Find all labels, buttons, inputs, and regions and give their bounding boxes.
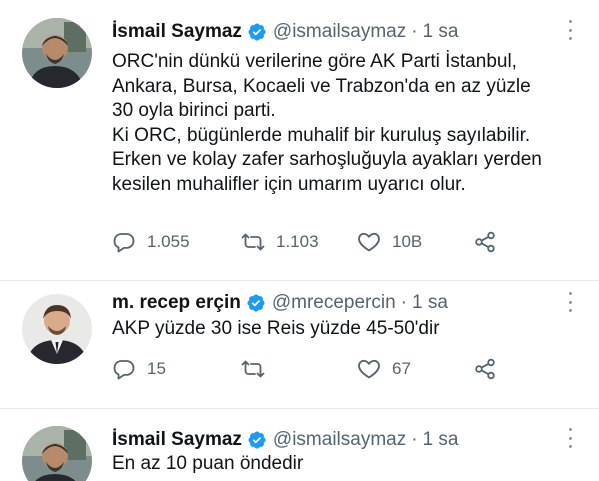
like-count: 67 xyxy=(392,359,411,378)
tweet-text: AKP yüzde 30 ise Reis yüzde 45-50'dir xyxy=(112,317,585,342)
like-icon xyxy=(358,232,380,252)
tweet-text-line: kesilen muhalifler için umarım uyarıcı o… xyxy=(112,173,466,195)
timestamp[interactable]: 1 sa xyxy=(412,292,448,314)
tweet-header: İsmail Saymaz @ismailsaymaz · 1 sa xyxy=(112,427,458,453)
tweet-text: ORC'nin dünkü verilerine göre AK Parti İ… xyxy=(112,50,585,197)
timestamp[interactable]: 1 sa xyxy=(423,21,459,43)
reply-icon xyxy=(113,233,135,253)
author-handle[interactable]: @ismailsaymaz xyxy=(273,21,406,43)
more-icon[interactable] xyxy=(567,292,573,312)
share-button[interactable] xyxy=(473,356,508,382)
reply-button[interactable]: 1.055 xyxy=(112,229,190,255)
retweet-icon xyxy=(241,360,265,378)
like-button[interactable]: 10B xyxy=(357,229,422,255)
tweet-text-line: Ankara, Bursa, Kocaeli ve Trabzon'da en … xyxy=(112,75,531,97)
tweet-text: En az 10 puan öndedir xyxy=(112,452,585,477)
avatar-photo xyxy=(22,18,92,88)
like-count: 10B xyxy=(392,232,423,251)
separator-dot: · xyxy=(400,292,407,313)
retweet-icon xyxy=(241,233,265,251)
author-handle[interactable]: @ismailsaymaz xyxy=(273,429,406,451)
reply-button[interactable]: 15 xyxy=(112,356,166,382)
verified-icon xyxy=(248,23,266,41)
tweet[interactable]: İsmail Saymaz @ismailsaymaz · 1 sa En az… xyxy=(0,408,599,481)
author-name[interactable]: İsmail Saymaz xyxy=(112,21,242,43)
tweet-text-line: Erken ve kolay zafer sarhoşluğuyla ayakl… xyxy=(112,149,542,170)
share-icon xyxy=(475,358,495,380)
tweet-text-line: 30 oyla birinci parti. xyxy=(112,100,276,121)
like-icon xyxy=(358,359,380,379)
timestamp[interactable]: 1 sa xyxy=(423,429,459,451)
retweet-button[interactable]: 1.103 xyxy=(241,229,319,255)
avatar-photo xyxy=(22,294,92,364)
share-button[interactable] xyxy=(473,229,508,255)
author-name[interactable]: m. recep erçin xyxy=(112,292,241,314)
reply-count: 1.055 xyxy=(147,232,190,251)
tweet-text-line: Ki ORC, bügünlerde muhalif bir kuruluş s… xyxy=(112,124,531,146)
author-name[interactable]: İsmail Saymaz xyxy=(112,429,242,451)
more-icon[interactable] xyxy=(567,20,573,40)
tweet[interactable]: m. recep erçin @mrecepercin · 1 sa AKP y… xyxy=(0,280,599,408)
retweet-button[interactable] xyxy=(241,356,276,382)
avatar[interactable] xyxy=(22,426,92,481)
tweet-text-line: AKP yüzde 30 ise Reis yüzde 45-50'dir xyxy=(112,318,440,339)
tweet-header: m. recep erçin @mrecepercin · 1 sa xyxy=(112,290,448,316)
separator-dot: · xyxy=(411,21,418,42)
avatar-photo xyxy=(22,426,92,481)
tweet[interactable]: İsmail Saymaz @ismailsaymaz · 1 sa ORC'n… xyxy=(0,0,599,280)
avatar[interactable] xyxy=(22,18,92,88)
tweet-text-line: ORC'nin dünkü verilerine göre AK Parti İ… xyxy=(112,51,517,72)
avatar[interactable] xyxy=(22,294,92,364)
tweet-thread: İsmail Saymaz @ismailsaymaz · 1 sa ORC'n… xyxy=(0,0,599,481)
separator-dot: · xyxy=(411,429,418,450)
verified-icon xyxy=(248,431,266,449)
reply-count: 15 xyxy=(147,359,166,378)
like-button[interactable]: 67 xyxy=(357,356,411,382)
more-icon[interactable] xyxy=(567,428,573,448)
retweet-count: 1.103 xyxy=(276,232,319,251)
verified-icon xyxy=(247,294,265,312)
author-handle[interactable]: @mrecepercin xyxy=(272,292,396,314)
reply-icon xyxy=(113,360,135,380)
share-icon xyxy=(475,231,495,253)
tweet-text-line: En az 10 puan öndedir xyxy=(112,453,304,474)
tweet-header: İsmail Saymaz @ismailsaymaz · 1 sa xyxy=(112,19,458,45)
